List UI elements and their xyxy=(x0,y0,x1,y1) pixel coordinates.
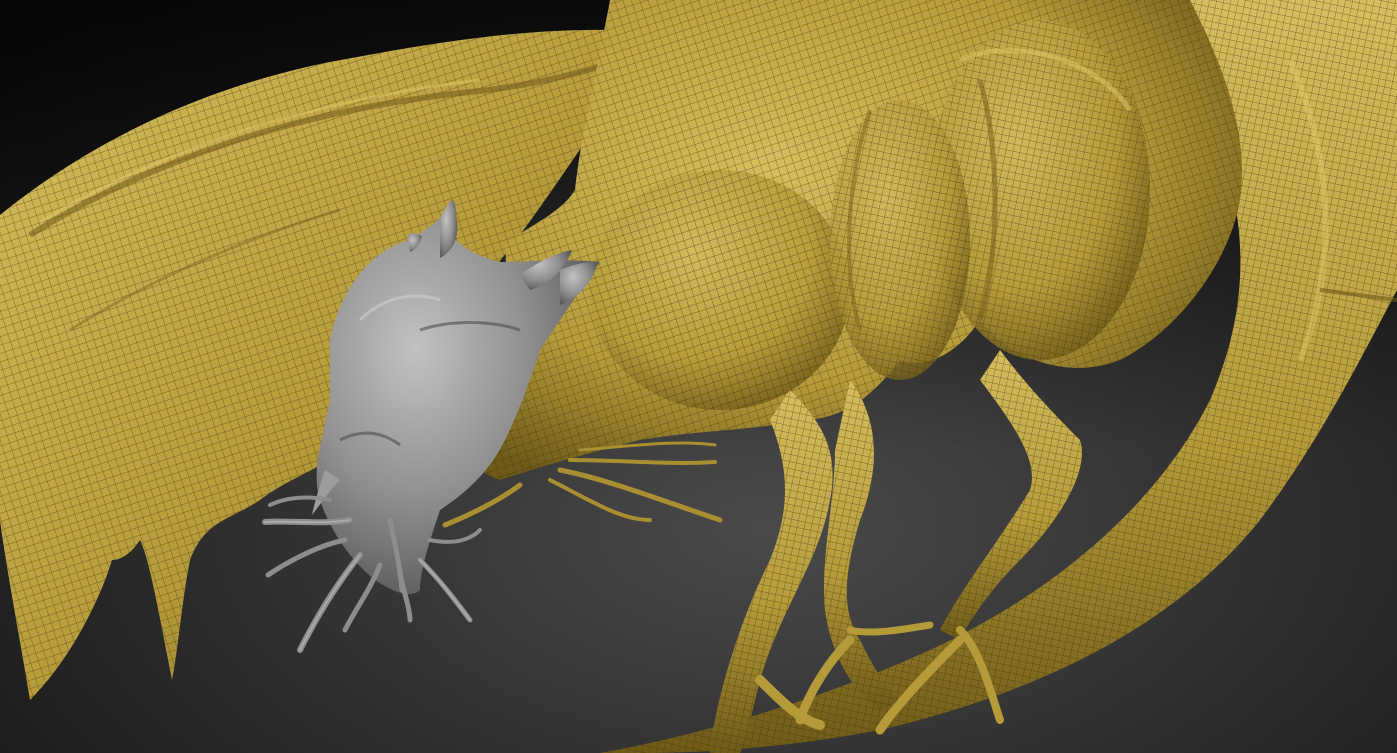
viewport-canvas xyxy=(0,0,1397,753)
sculpt-viewport[interactable] xyxy=(0,0,1397,753)
